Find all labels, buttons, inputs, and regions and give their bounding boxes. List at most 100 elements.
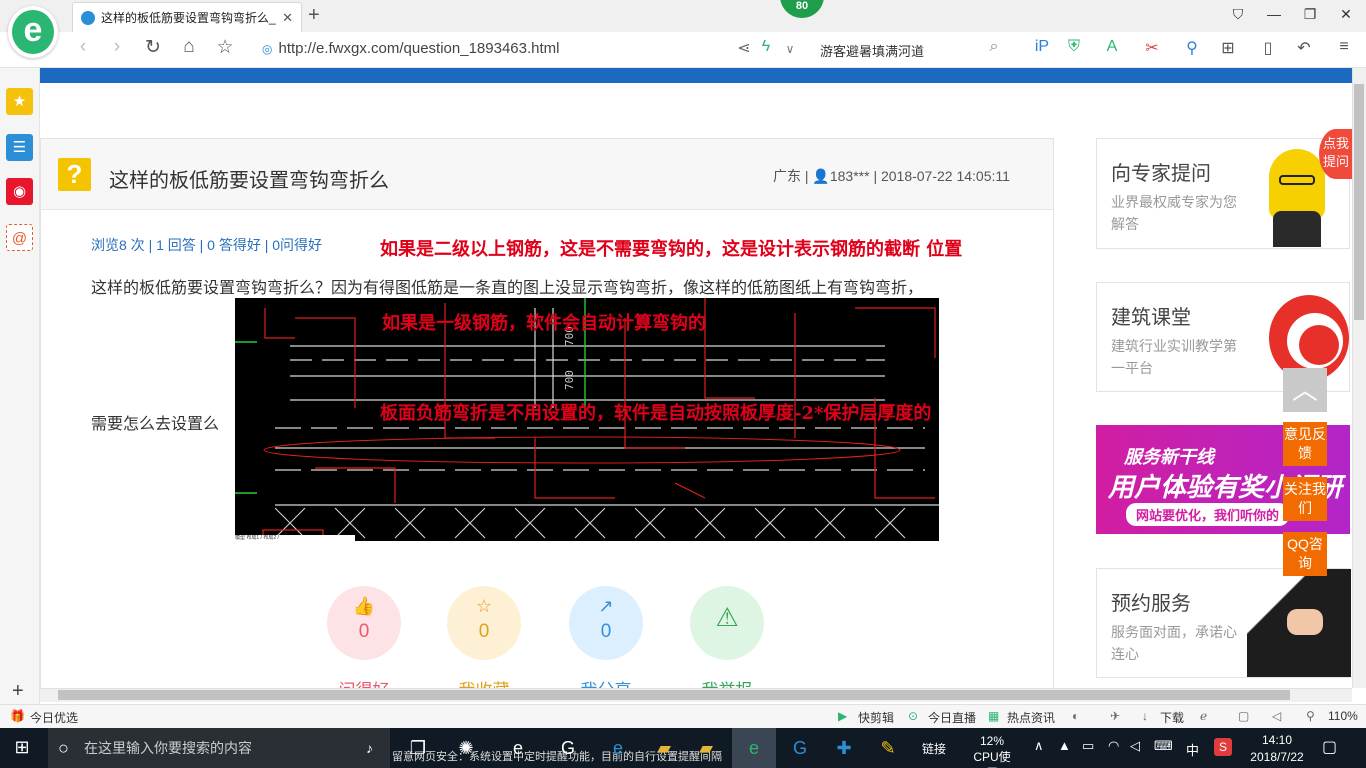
ie-icon[interactable]: e (604, 735, 632, 761)
app-g-icon[interactable]: G (554, 735, 582, 761)
ask-expert-card[interactable]: 向专家提问 业界最权威专家为您解答 点我提问 (1096, 129, 1353, 249)
new-tab-button[interactable]: + (308, 4, 320, 27)
favorites-star-icon[interactable]: ★ (6, 88, 33, 115)
window-icon[interactable]: ▢ (1238, 709, 1249, 723)
reader-icon[interactable]: ▯ (1256, 38, 1280, 58)
scissors-icon[interactable]: ✂ (1140, 38, 1164, 58)
notes-app-icon[interactable]: ✎ (874, 735, 902, 761)
lightning-icon[interactable]: ϟ (754, 38, 778, 56)
windows-start-icon[interactable]: ⊞ (8, 734, 36, 760)
reservation-subtitle: 服务面对面，承诺心连心 (1111, 624, 1237, 662)
folder-icon[interactable]: ▰ (692, 735, 720, 761)
maximize-button[interactable]: ❐ (1300, 6, 1320, 23)
expert-mascot-icon (1269, 149, 1325, 219)
forward-icon[interactable]: › (104, 36, 130, 58)
qq-consult-button[interactable]: QQ咨询 (1283, 532, 1327, 576)
browser-task-icon[interactable]: e (740, 735, 768, 761)
share-arrow-icon: ↗ (598, 596, 614, 616)
tab-active[interactable]: 这样的板低筋要设置弯钩弯折么_ ✕ (72, 2, 302, 32)
sogou-ime-icon[interactable]: S (1214, 738, 1232, 756)
task-view-icon[interactable]: ❐ (404, 735, 432, 761)
pin-icon[interactable]: ⛉ (1228, 6, 1248, 23)
download-link[interactable]: 下载 (1160, 709, 1184, 726)
translate-icon[interactable]: A (1100, 38, 1124, 56)
status-bar: 🎁 今日优选 ▶ 快剪辑 ⊙ 今日直播 ▦ 热点资讯 ◐ ✈ ↓ 下载 ℯ ▢ … (0, 704, 1366, 728)
news-icon[interactable]: ☰ (6, 134, 33, 161)
speaker-icon[interactable]: ◁ (1130, 738, 1140, 754)
clock[interactable]: 14:10 2018/7/22 (1244, 732, 1310, 766)
ip-plugin-icon[interactable]: iP (1030, 38, 1054, 56)
favorite-star-icon[interactable]: ☆ (212, 36, 238, 59)
share-icon[interactable]: ⋖ (732, 38, 756, 58)
wifi-icon[interactable]: ◠ (1108, 738, 1119, 754)
menu-icon[interactable]: ≡ (1332, 38, 1356, 56)
url-text: http://e.fwxgx.com/question_1893463.html (278, 40, 560, 57)
minimize-button[interactable]: — (1264, 6, 1284, 22)
reservation-card[interactable]: 预约服务 服务面对面，承诺心连心 (1096, 568, 1351, 678)
chevron-down-icon[interactable]: ∨ (778, 42, 802, 56)
undo-icon[interactable]: ↶ (1292, 38, 1316, 58)
mail-icon[interactable]: @ (6, 224, 33, 251)
search-box-text[interactable]: 游客避暑填满河道 (820, 41, 924, 60)
search-icon[interactable]: ⌕ (982, 38, 1006, 56)
thumbs-up-icon: 👍 (352, 596, 376, 616)
scroll-to-top-button[interactable]: ︿ (1283, 368, 1327, 412)
explorer-folder-icon[interactable]: ▰ (650, 735, 678, 761)
star-icon: ☆ (475, 596, 493, 616)
live-icon: ⊙ (908, 709, 919, 723)
collect-button[interactable]: ☆ 0 (447, 586, 521, 660)
ie-mode-icon[interactable]: ℯ (1200, 709, 1207, 723)
address-bar[interactable]: ◎ http://e.fwxgx.com/question_1893463.htm… (262, 40, 560, 57)
microphone-icon[interactable]: ♪ (366, 728, 373, 768)
cad-dimension-700-bottom: 700 (563, 370, 576, 390)
magnifier-icon[interactable]: ⚲ (1180, 38, 1204, 58)
answer-annotation-3: 板面负筋弯折是不用设置的，软件是自动按照板厚度-2*保护层厚度的 (380, 403, 932, 424)
horizontal-scroll-thumb[interactable] (58, 690, 1290, 700)
ask-expert-title: 向专家提问 (1111, 163, 1211, 185)
promo-title: 服务新干线 (1124, 447, 1214, 467)
add-sidebar-icon[interactable]: + (12, 680, 24, 703)
ime-label[interactable]: 中 (1186, 740, 1199, 759)
share-button[interactable]: ↗ 0 (569, 586, 643, 660)
tab-close-icon[interactable]: ✕ (282, 10, 293, 26)
report-button[interactable]: ⚠ (690, 586, 764, 660)
keyboard-icon[interactable]: ⌨ (1154, 738, 1173, 754)
browser-logo-icon[interactable]: e (8, 6, 58, 58)
like-button[interactable]: 👍 0 (327, 586, 401, 660)
plus-app-icon[interactable]: ✚ (830, 735, 858, 761)
quick-edit-link[interactable]: 快剪辑 (858, 709, 894, 726)
zoom-level[interactable]: 110% (1328, 709, 1358, 723)
fan-app-icon[interactable]: ✺ (452, 735, 480, 761)
refresh-icon[interactable]: ↻ (140, 36, 166, 59)
taskbar-search[interactable]: ○ 在这里输入你要搜索的内容 ♪ (48, 728, 390, 768)
glodon-g-icon[interactable]: G (786, 735, 814, 761)
speed-icon[interactable]: ◐ (1072, 709, 1079, 723)
today-picks-link[interactable]: 今日优选 (30, 709, 78, 726)
ask-expert-subtitle: 业界最权威专家为您解答 (1111, 194, 1237, 232)
tools-icon[interactable]: ✈ (1110, 709, 1120, 723)
feedback-button[interactable]: 意见反馈 (1283, 422, 1327, 466)
close-window-button[interactable]: ✕ (1336, 6, 1356, 23)
zoom-icon[interactable]: ⚲ (1306, 709, 1315, 723)
news-feed-link[interactable]: 热点资讯 (1007, 709, 1055, 726)
question-stats[interactable]: 浏览8 次 | 1 回答 | 0 答得好 | 0问得好 (91, 235, 322, 255)
battery-icon[interactable]: ▭ (1082, 738, 1094, 754)
vertical-scroll-thumb[interactable] (1354, 84, 1364, 320)
ask-corner-badge[interactable]: 点我提问 (1319, 129, 1353, 179)
shield-icon[interactable]: ⛨ (1062, 38, 1086, 56)
question-body: 这样的板低筋要设置弯钩弯折么？因为有得图低筋是一条直的图上没显示弯钩弯折，像这样… (91, 280, 924, 297)
live-link[interactable]: 今日直播 (928, 709, 976, 726)
edge-icon[interactable]: e (504, 735, 532, 761)
notification-center-icon[interactable]: ▢ (1322, 737, 1337, 757)
weibo-icon[interactable]: ◉ (6, 178, 33, 205)
tray-chevron-up-icon[interactable]: ∧ (1034, 738, 1044, 754)
tray-notify-icon[interactable]: ▲ (1058, 738, 1071, 753)
collect-count: 0 (478, 621, 490, 642)
tab-title: 这样的板低筋要设置弯钩弯折么_ (101, 11, 276, 25)
apps-icon[interactable]: ⊞ (1216, 38, 1240, 58)
back-icon[interactable]: ‹ (70, 36, 96, 58)
follow-us-button[interactable]: 关注我们 (1283, 477, 1327, 521)
volume-icon[interactable]: ◁ (1272, 709, 1281, 723)
home-icon[interactable]: ⌂ (176, 36, 202, 58)
link-label[interactable]: 链接 (922, 740, 946, 757)
